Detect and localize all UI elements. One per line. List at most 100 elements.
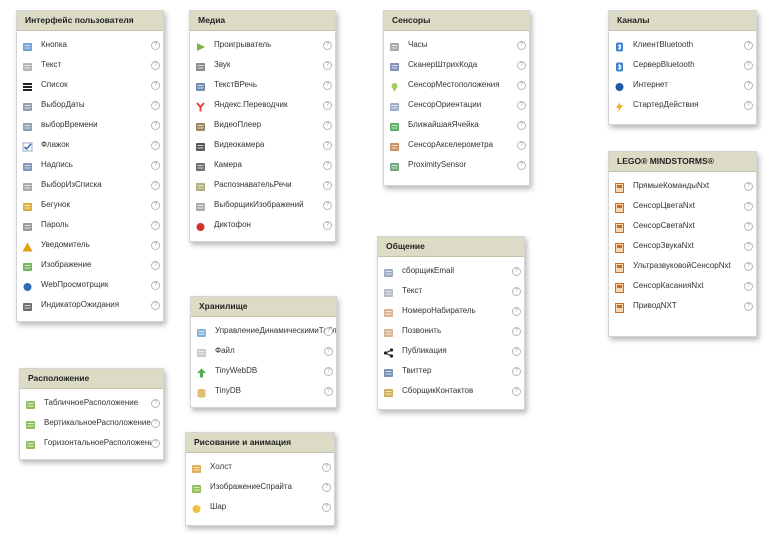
help-icon[interactable]: ? <box>512 347 521 356</box>
help-icon[interactable]: ? <box>322 483 331 492</box>
palette-item-прямыекомандыnxt[interactable]: ПрямыеКомандыNxt? <box>609 176 756 196</box>
help-icon[interactable]: ? <box>517 41 526 50</box>
help-icon[interactable]: ? <box>324 367 333 376</box>
palette-item-распознавательречи[interactable]: РаспознавательРечи? <box>190 175 335 195</box>
palette-item-камера[interactable]: Камера? <box>190 155 335 175</box>
help-icon[interactable]: ? <box>323 81 332 90</box>
palette-item-файл[interactable]: Файл? <box>191 341 336 361</box>
help-icon[interactable]: ? <box>744 202 753 211</box>
palette-item-список[interactable]: Список? <box>17 75 163 95</box>
palette-item-текст[interactable]: Текст? <box>17 55 163 75</box>
palette-item-шар[interactable]: Шар? <box>186 497 334 517</box>
help-icon[interactable]: ? <box>323 121 332 130</box>
palette-item-сенсоркасанияnxt[interactable]: СенсорКасанияNxt? <box>609 276 756 296</box>
help-icon[interactable]: ? <box>324 347 333 356</box>
help-icon[interactable]: ? <box>512 367 521 376</box>
palette-item-диктофон[interactable]: Диктофон? <box>190 215 335 235</box>
palette-item-сенсорориентации[interactable]: СенсорОриентации? <box>384 95 529 115</box>
palette-item-видеоплеер[interactable]: ВидеоПлеер? <box>190 115 335 135</box>
palette-item-клиентbluetooth[interactable]: КлиентBluetooth? <box>609 35 756 55</box>
palette-item-табличноерасположение[interactable]: ТабличноеРасположение? <box>20 393 163 413</box>
help-icon[interactable]: ? <box>323 141 332 150</box>
help-icon[interactable]: ? <box>323 201 332 210</box>
help-icon[interactable]: ? <box>151 439 160 448</box>
help-icon[interactable]: ? <box>323 61 332 70</box>
palette-item-горизонтальноерасположение[interactable]: ГоризонтальноеРасположение? <box>20 433 163 453</box>
palette-item-твиттер[interactable]: Твиттер? <box>378 361 524 381</box>
help-icon[interactable]: ? <box>744 101 753 110</box>
palette-item-индикаторожидания[interactable]: ИндикаторОжидания? <box>17 295 163 315</box>
help-icon[interactable]: ? <box>517 101 526 110</box>
help-icon[interactable]: ? <box>744 61 753 70</box>
palette-item-надпись[interactable]: Надпись? <box>17 155 163 175</box>
palette-item-видеокамера[interactable]: Видеокамера? <box>190 135 335 155</box>
help-icon[interactable]: ? <box>151 161 160 170</box>
help-icon[interactable]: ? <box>512 327 521 336</box>
palette-item-выборщикизображений[interactable]: ВыборщикИзображений? <box>190 195 335 215</box>
palette-item-proximitysensor[interactable]: ProximitySensor? <box>384 155 529 175</box>
palette-item-звук[interactable]: Звук? <box>190 55 335 75</box>
palette-item-сенсорместоположения[interactable]: СенсорМестоположения? <box>384 75 529 95</box>
help-icon[interactable]: ? <box>744 41 753 50</box>
help-icon[interactable]: ? <box>151 121 160 130</box>
palette-item-выборизсписка[interactable]: ВыборИзСписка? <box>17 175 163 195</box>
help-icon[interactable]: ? <box>512 387 521 396</box>
help-icon[interactable]: ? <box>744 262 753 271</box>
help-icon[interactable]: ? <box>151 41 160 50</box>
palette-item-публикация[interactable]: Публикация? <box>378 341 524 361</box>
palette-item-изображение[interactable]: Изображение? <box>17 255 163 275</box>
help-icon[interactable]: ? <box>151 281 160 290</box>
palette-item-часы[interactable]: Часы? <box>384 35 529 55</box>
palette-item-текствречь[interactable]: ТекстВРечь? <box>190 75 335 95</box>
palette-item-кнопка[interactable]: Кнопка? <box>17 35 163 55</box>
palette-item-ближайшаяячейка[interactable]: БлижайшаяЯчейка? <box>384 115 529 135</box>
help-icon[interactable]: ? <box>151 301 160 310</box>
help-icon[interactable]: ? <box>323 101 332 110</box>
help-icon[interactable]: ? <box>517 141 526 150</box>
palette-item-сенсорсветаnxt[interactable]: СенсорСветаNxt? <box>609 216 756 236</box>
palette-item-управлениединамическимитабл[interactable]: УправлениеДинамическимиТабл? <box>191 321 336 341</box>
help-icon[interactable]: ? <box>151 399 160 408</box>
help-icon[interactable]: ? <box>151 241 160 250</box>
help-icon[interactable]: ? <box>744 222 753 231</box>
palette-item-приводnxt[interactable]: ПриводNXT? <box>609 296 756 316</box>
help-icon[interactable]: ? <box>322 503 331 512</box>
help-icon[interactable]: ? <box>151 419 160 428</box>
palette-item-сенсорзвукаnxt[interactable]: СенсорЗвукаNxt? <box>609 236 756 256</box>
help-icon[interactable]: ? <box>744 282 753 291</box>
palette-item-выбордаты[interactable]: ВыборДаты? <box>17 95 163 115</box>
help-icon[interactable]: ? <box>512 307 521 316</box>
palette-item-проигрыватель[interactable]: Проигрыватель? <box>190 35 335 55</box>
palette-item-текст[interactable]: Текст? <box>378 281 524 301</box>
help-icon[interactable]: ? <box>512 287 521 296</box>
help-icon[interactable]: ? <box>151 261 160 270</box>
palette-item-сканерштрихкода[interactable]: СканерШтрихКода? <box>384 55 529 75</box>
palette-item-ультразвуковойсенсорnxt[interactable]: УльтразвуковойСенсорNxt? <box>609 256 756 276</box>
palette-item-выборвремени[interactable]: выборВремени? <box>17 115 163 135</box>
help-icon[interactable]: ? <box>517 161 526 170</box>
help-icon[interactable]: ? <box>512 267 521 276</box>
palette-item-сенсоракселерометра[interactable]: СенсорАкселерометра? <box>384 135 529 155</box>
help-icon[interactable]: ? <box>324 387 333 396</box>
help-icon[interactable]: ? <box>151 81 160 90</box>
help-icon[interactable]: ? <box>151 221 160 230</box>
palette-item-интернет[interactable]: Интернет? <box>609 75 756 95</box>
help-icon[interactable]: ? <box>151 101 160 110</box>
help-icon[interactable]: ? <box>323 161 332 170</box>
help-icon[interactable]: ? <box>517 121 526 130</box>
palette-item-tinywebdb[interactable]: TinyWebDB? <box>191 361 336 381</box>
help-icon[interactable]: ? <box>323 221 332 230</box>
help-icon[interactable]: ? <box>517 61 526 70</box>
palette-item-бегунок[interactable]: Бегунок? <box>17 195 163 215</box>
palette-item-позвонить[interactable]: Позвонить? <box>378 321 524 341</box>
help-icon[interactable]: ? <box>744 182 753 191</box>
help-icon[interactable]: ? <box>151 181 160 190</box>
help-icon[interactable]: ? <box>517 81 526 90</box>
palette-item-сборщикemail[interactable]: сборщикEmail? <box>378 261 524 281</box>
palette-item-пароль[interactable]: Пароль? <box>17 215 163 235</box>
palette-item-вертикальноерасположение[interactable]: ВертикальноеРасположение? <box>20 413 163 433</box>
palette-item-стартердействия[interactable]: СтартерДействия? <box>609 95 756 115</box>
palette-item-флажок[interactable]: Флажок? <box>17 135 163 155</box>
help-icon[interactable]: ? <box>151 141 160 150</box>
help-icon[interactable]: ? <box>744 81 753 90</box>
